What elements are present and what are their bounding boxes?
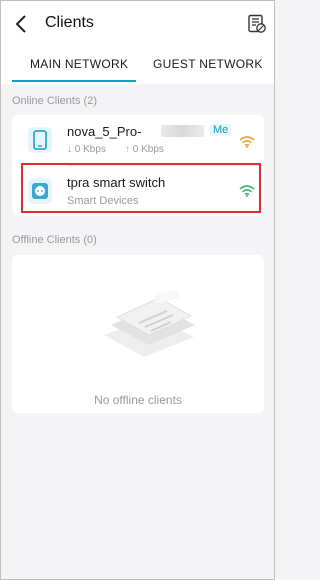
- tab-guest-network[interactable]: GUEST NETWORK: [153, 57, 263, 71]
- upload-speed: ↑ 0 Kbps: [125, 144, 164, 155]
- page-title: Clients: [45, 14, 94, 31]
- back-button[interactable]: [10, 12, 32, 36]
- wifi-signal-icon: [239, 136, 255, 148]
- client-row-phone[interactable]: nova_5_Pro- Me ↓ 0 Kbps ↑ 0 Kbps: [12, 115, 264, 165]
- chevron-left-icon: [15, 15, 26, 33]
- client-name: nova_5_Pro-: [67, 124, 142, 139]
- app-header: Clients: [0, 0, 275, 48]
- arrow-up-icon: ↑: [125, 144, 130, 155]
- list-settings-icon: [248, 14, 266, 33]
- phone-icon: [28, 127, 52, 153]
- arrow-down-icon: ↓: [67, 144, 72, 155]
- online-clients-label: Online Clients (2): [12, 95, 97, 107]
- active-tab-indicator: [12, 80, 136, 82]
- smart-plug-icon: [28, 178, 52, 204]
- client-name: tpra smart switch: [67, 175, 166, 190]
- offline-clients-card: No offline clients: [12, 255, 264, 413]
- network-tabs: MAIN NETWORK GUEST NETWORK: [0, 48, 275, 84]
- online-clients-card: nova_5_Pro- Me ↓ 0 Kbps ↑ 0 Kbps tpra sm…: [12, 115, 264, 216]
- offline-clients-label: Offline Clients (0): [12, 234, 97, 246]
- client-category: Smart Devices: [67, 195, 139, 207]
- me-badge: Me: [210, 124, 232, 136]
- wifi-signal-icon: [239, 185, 255, 197]
- client-row-smart-switch[interactable]: tpra smart switch Smart Devices: [12, 166, 264, 216]
- tab-main-network[interactable]: MAIN NETWORK: [30, 57, 128, 71]
- download-speed: ↓ 0 Kbps: [67, 144, 106, 155]
- empty-state-illustration: [104, 288, 195, 357]
- blurred-name-segment: [161, 125, 204, 137]
- empty-state-text: No offline clients: [94, 393, 182, 407]
- filter-button[interactable]: [247, 14, 267, 34]
